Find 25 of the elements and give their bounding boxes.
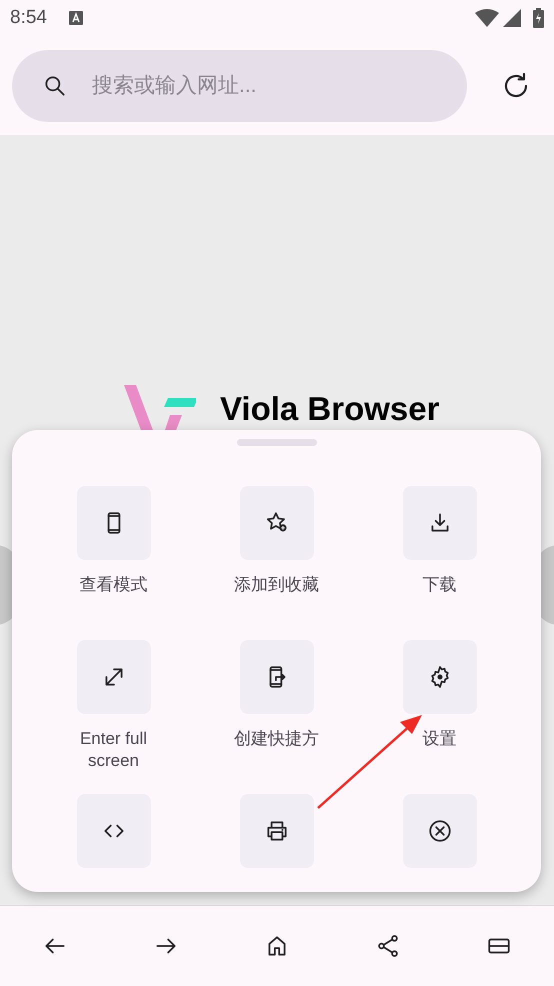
menu-label: 添加到收藏 <box>233 574 320 596</box>
menu-tile[interactable] <box>240 640 314 714</box>
search-field[interactable]: 搜索或输入网址... <box>12 50 467 122</box>
menu-tile[interactable] <box>402 486 476 560</box>
logo-icon <box>124 384 196 433</box>
menu-tile[interactable] <box>402 640 476 714</box>
battery-icon <box>533 8 544 28</box>
notification-icon <box>68 11 83 25</box>
wifi-icon <box>475 9 499 27</box>
menu-label: 设置 <box>422 728 458 750</box>
menu-label: 查看模式 <box>78 574 148 596</box>
menu-label: 创建快捷方 <box>233 728 320 750</box>
menu-label: Enter full screen <box>78 728 148 772</box>
drag-handle[interactable] <box>236 439 316 446</box>
menu-tile[interactable] <box>76 640 150 714</box>
menu-tile[interactable] <box>76 486 150 560</box>
page-title: Viola Browser <box>220 389 440 429</box>
signal-icon <box>503 9 521 27</box>
menu-tile[interactable] <box>240 794 314 868</box>
menu-tile[interactable] <box>240 486 314 560</box>
status-time: 8:54 <box>10 6 47 30</box>
menu-tile[interactable] <box>402 794 476 868</box>
menu-label: 下载 <box>422 574 458 596</box>
menu-tile[interactable] <box>76 794 150 868</box>
close-icon <box>426 818 452 844</box>
